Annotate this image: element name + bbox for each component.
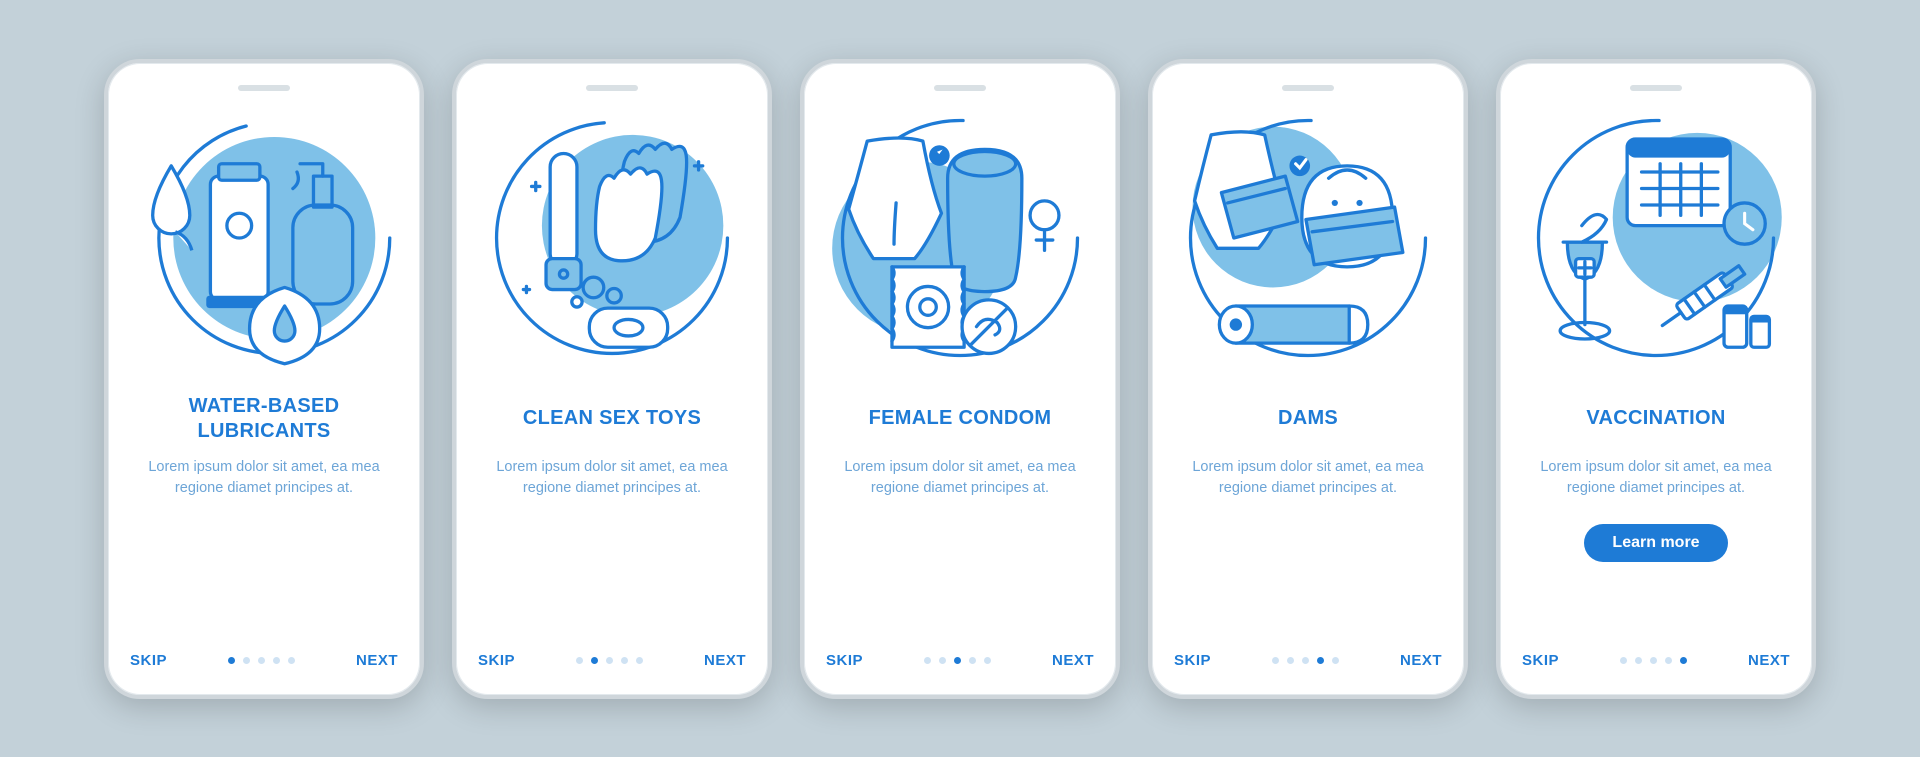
skip-button[interactable]: SKIP	[1522, 652, 1559, 669]
onboarding-footer: SKIP NEXT	[130, 640, 398, 669]
step-dot	[228, 657, 235, 664]
phone-mockup: Dams Lorem ipsum dolor sit amet, ea mea …	[1148, 59, 1468, 699]
phone-mockup: Clean sex toys Lorem ipsum dolor sit ame…	[452, 59, 772, 699]
step-indicator	[924, 657, 991, 664]
step-dot	[606, 657, 613, 664]
skip-button[interactable]: SKIP	[826, 652, 863, 669]
screen-description: Lorem ipsum dolor sit amet, ea mea regio…	[1174, 457, 1442, 501]
dams-icon	[1174, 103, 1442, 373]
step-dot	[576, 657, 583, 664]
step-dot	[954, 657, 961, 664]
female-condom-icon	[826, 103, 1094, 373]
step-dot	[1272, 657, 1279, 664]
step-dot	[1317, 657, 1324, 664]
step-dot	[591, 657, 598, 664]
step-dot	[621, 657, 628, 664]
step-indicator	[1620, 657, 1687, 664]
step-dot	[1287, 657, 1294, 664]
screen-title: Water-based lubricants	[130, 393, 398, 445]
screen-title: Clean sex toys	[478, 393, 746, 445]
phone-speaker	[934, 85, 986, 91]
step-dot	[1302, 657, 1309, 664]
step-dot	[273, 657, 280, 664]
step-dot	[1665, 657, 1672, 664]
phone-mockup: Female condom Lorem ipsum dolor sit amet…	[800, 59, 1120, 699]
onboarding-footer: SKIP NEXT	[1522, 640, 1790, 669]
screen-description: Lorem ipsum dolor sit amet, ea mea regio…	[826, 457, 1094, 501]
clean-toys-icon	[478, 103, 746, 373]
next-button[interactable]: NEXT	[1052, 652, 1094, 669]
onboarding-footer: SKIP NEXT	[478, 640, 746, 669]
step-dot	[1680, 657, 1687, 664]
screen-title: Vaccination	[1522, 393, 1790, 445]
step-dot	[288, 657, 295, 664]
phone-mockup: Water-based lubricants Lorem ipsum dolor…	[104, 59, 424, 699]
step-indicator	[228, 657, 295, 664]
step-dot	[984, 657, 991, 664]
phone-speaker	[586, 85, 638, 91]
step-dot	[1650, 657, 1657, 664]
screen-description: Lorem ipsum dolor sit amet, ea mea regio…	[1522, 457, 1790, 501]
next-button[interactable]: NEXT	[704, 652, 746, 669]
screen-description: Lorem ipsum dolor sit amet, ea mea regio…	[130, 457, 398, 501]
step-indicator	[576, 657, 643, 664]
phone-speaker	[1282, 85, 1334, 91]
skip-button[interactable]: SKIP	[130, 652, 167, 669]
step-dot	[636, 657, 643, 664]
screen-title: Female condom	[826, 393, 1094, 445]
step-dot	[1620, 657, 1627, 664]
onboarding-footer: SKIP NEXT	[1174, 640, 1442, 669]
step-dot	[939, 657, 946, 664]
onboarding-footer: SKIP NEXT	[826, 640, 1094, 669]
step-dot	[1635, 657, 1642, 664]
next-button[interactable]: NEXT	[1748, 652, 1790, 669]
next-button[interactable]: NEXT	[1400, 652, 1442, 669]
vaccination-icon	[1522, 103, 1790, 373]
learn-more-button[interactable]: Learn more	[1584, 524, 1727, 562]
step-indicator	[1272, 657, 1339, 664]
onboarding-row: Water-based lubricants Lorem ipsum dolor…	[104, 59, 1816, 699]
step-dot	[243, 657, 250, 664]
phone-speaker	[238, 85, 290, 91]
step-dot	[969, 657, 976, 664]
lubricant-icon	[130, 103, 398, 373]
screen-description: Lorem ipsum dolor sit amet, ea mea regio…	[478, 457, 746, 501]
step-dot	[924, 657, 931, 664]
screen-title: Dams	[1174, 393, 1442, 445]
skip-button[interactable]: SKIP	[478, 652, 515, 669]
skip-button[interactable]: SKIP	[1174, 652, 1211, 669]
phone-mockup: Vaccination Lorem ipsum dolor sit amet, …	[1496, 59, 1816, 699]
step-dot	[1332, 657, 1339, 664]
step-dot	[258, 657, 265, 664]
next-button[interactable]: NEXT	[356, 652, 398, 669]
phone-speaker	[1630, 85, 1682, 91]
